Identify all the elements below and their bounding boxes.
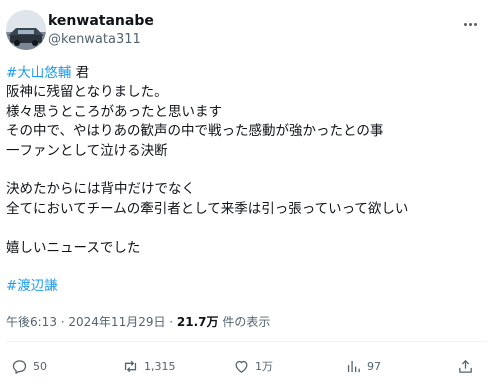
action-bar: 50 1,315 1万 97	[0, 355, 492, 377]
like-count: 1万	[255, 360, 273, 373]
hashtag-link[interactable]: #大山悠輔	[6, 65, 71, 81]
tweet-line-hashtag: #渡辺謙	[6, 277, 486, 296]
tweet: kenwatanabe @kenwata311 #大山悠輔 君 阪神に残留となり…	[0, 0, 492, 387]
tweet-line: 嬉しいニュースでした	[6, 239, 141, 256]
retweet-icon	[124, 360, 137, 372]
like-icon	[235, 360, 248, 373]
author-names: kenwatanabe @kenwata311	[48, 12, 154, 49]
divider	[6, 341, 486, 342]
reply-button[interactable]: 50	[11, 355, 47, 377]
tweet-header: kenwatanabe @kenwata311	[6, 10, 486, 50]
timestamp[interactable]: 午後6:13 · 2024年11月29日 ·	[6, 315, 177, 329]
like-button[interactable]: 1万	[233, 355, 273, 377]
display-name[interactable]: kenwatanabe	[48, 12, 154, 30]
tweet-line-title: #大山悠輔 君	[6, 64, 486, 83]
share-button[interactable]	[457, 355, 474, 377]
view-count: 21.7万	[176, 315, 219, 329]
tweet-meta: 午後6:13 · 2024年11月29日 · 21.7万 件の表示	[6, 314, 270, 330]
tweet-text: #大山悠輔 君 阪神に残留となりました。 様々思うところがあったと思います その…	[6, 64, 486, 297]
views-label: 件の表示	[218, 315, 271, 329]
share-icon	[459, 359, 472, 373]
reply-icon	[12, 359, 27, 374]
views-button[interactable]: 97	[345, 355, 381, 377]
title-suffix: 君	[71, 65, 90, 81]
tweet-line: 一ファンとして泣ける決断	[6, 142, 168, 159]
tweet-line: 決めたからには背中だけでなく	[6, 181, 195, 198]
tweet-line: 阪神に残留となりました。	[6, 84, 168, 101]
more-icon[interactable]	[460, 14, 480, 34]
views-icon	[347, 360, 360, 372]
retweet-count: 1,315	[144, 359, 176, 373]
tweet-line: 全てにおいてチームの牽引者として来季は引っ張っていって欲しい	[6, 200, 409, 217]
tweet-line: 様々思うところがあったと思います	[6, 103, 222, 120]
user-handle[interactable]: @kenwata311	[48, 31, 154, 49]
hashtag-link[interactable]: #渡辺謙	[6, 278, 58, 294]
reply-count: 50	[33, 359, 47, 373]
tweet-line: その中で、やはりあの歓声の中で戦った感動が強かったとの事	[6, 123, 384, 140]
avatar[interactable]	[6, 10, 46, 50]
retweet-button[interactable]: 1,315	[122, 355, 176, 377]
bookmark-count: 97	[367, 359, 381, 373]
